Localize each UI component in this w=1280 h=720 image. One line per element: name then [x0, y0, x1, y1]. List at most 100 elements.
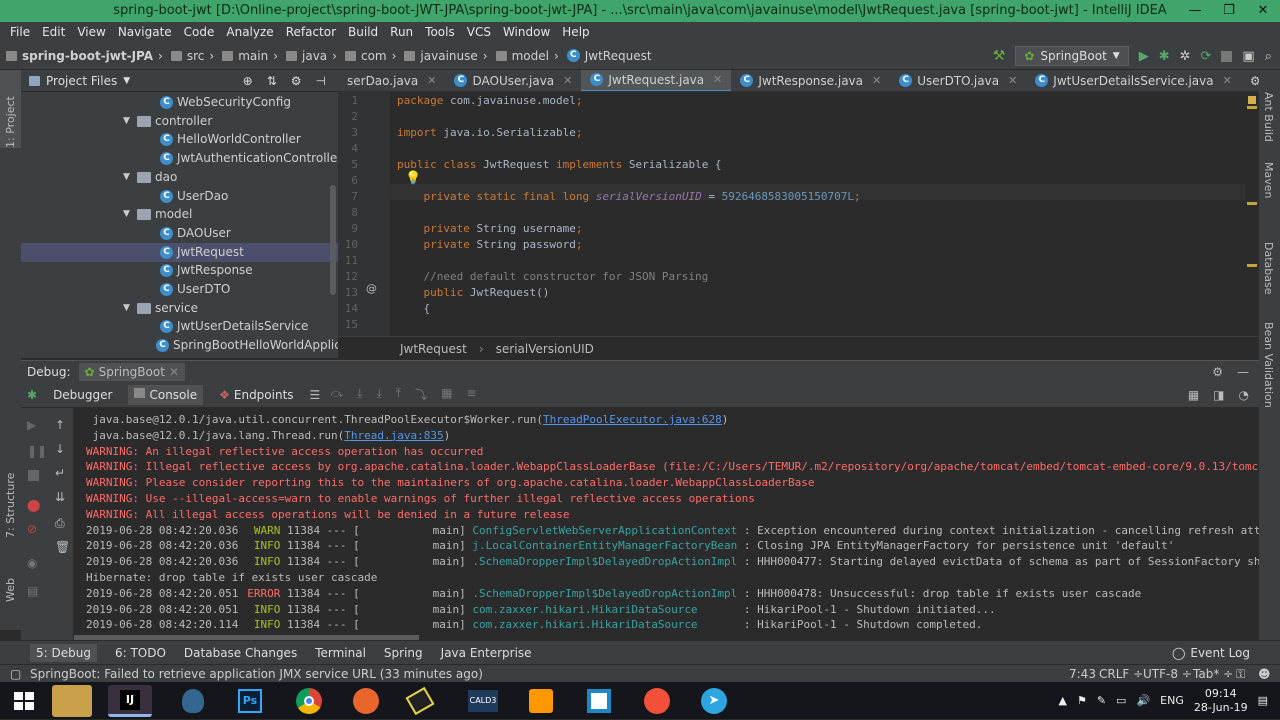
minimize-button[interactable]: —: [1178, 0, 1212, 22]
run-to-cursor-icon[interactable]: ⤵: [415, 386, 427, 403]
tree-class[interactable]: C JwtRequest: [21, 242, 338, 262]
debug-icon[interactable]: ✱: [1159, 49, 1170, 64]
breadcrumb-item[interactable]: spring-boot-jwt-JPA ›: [6, 49, 163, 63]
cald3-icon[interactable]: CALD3: [460, 685, 504, 717]
file-encoding[interactable]: UTF-8 ÷: [1143, 665, 1192, 683]
maven-tool-tab[interactable]: Maven: [1262, 162, 1275, 198]
breadcrumb-item[interactable]: C JwtRequest: [566, 49, 652, 63]
tree-class[interactable]: C JwtAuthenticationController: [160, 149, 342, 168]
scroll-to-end-icon[interactable]: ⇊: [55, 490, 65, 504]
menu-analyze[interactable]: Analyze: [220, 25, 279, 39]
editor-tab[interactable]: C JwtResponse.java ✕: [731, 70, 890, 91]
profile-icon[interactable]: ⟳: [1201, 49, 1212, 64]
tab-todo[interactable]: 6: TODO: [115, 646, 166, 660]
force-step-into-icon[interactable]: ⤓: [376, 386, 381, 403]
gear-icon[interactable]: ⚙: [1212, 365, 1223, 379]
chevron-down-icon[interactable]: ▼: [123, 205, 133, 224]
soft-wrap-icon[interactable]: ↵: [55, 466, 65, 480]
close-icon[interactable]: ✕: [1008, 74, 1017, 87]
breadcrumb-item[interactable]: com ›: [344, 49, 396, 63]
print-icon[interactable]: ⎙: [55, 516, 65, 531]
indent-setting[interactable]: Tab* ÷: [1193, 665, 1233, 683]
inspector-icon[interactable]: ☻: [1258, 665, 1271, 683]
menu-icon[interactable]: ☰: [310, 388, 321, 402]
tree-folder[interactable]: ▼ model: [123, 205, 192, 224]
web-tool-tab[interactable]: Web: [4, 578, 17, 602]
tab-database-changes[interactable]: Database Changes: [184, 646, 297, 660]
menu-window[interactable]: Window: [497, 25, 556, 39]
flag-icon[interactable]: ⚑: [1077, 694, 1087, 707]
arrow-down-icon[interactable]: ↓: [55, 442, 65, 456]
status-message[interactable]: SpringBoot: Failed to retrieve applicati…: [30, 665, 483, 683]
file-explorer-icon[interactable]: [52, 685, 92, 717]
debug-rerun-icon[interactable]: ✱: [27, 388, 37, 402]
close-button[interactable]: ✕: [1246, 0, 1280, 22]
chevron-down-icon[interactable]: ▼: [123, 299, 133, 318]
editor-tab[interactable]: ⚙application.properties✕: [1241, 70, 1259, 91]
postgresql-icon[interactable]: [170, 685, 214, 717]
lock-icon[interactable]: ⚿: [1236, 665, 1245, 683]
sublime-icon[interactable]: [518, 685, 562, 717]
tab-debugger[interactable]: Debugger: [47, 385, 118, 405]
tree-folder[interactable]: ▼ dao: [123, 168, 177, 187]
structure-tool-tab[interactable]: 7: Structure: [4, 473, 17, 538]
tree-class[interactable]: C HelloWorldController: [160, 130, 301, 149]
gauge-icon[interactable]: ◔: [1239, 388, 1249, 402]
editor-tab[interactable]: C DAOUser.java ✕: [445, 70, 581, 91]
menu-vcs[interactable]: VCS: [461, 25, 497, 39]
tree-scrollbar[interactable]: [330, 185, 336, 295]
chrome-icon[interactable]: [286, 685, 330, 717]
code-editor[interactable]: 1 2 3 4 5 6 7 8 9 10 11 12 13 14 15 💡 @ package com.ja…: [338, 92, 1259, 336]
menu-help[interactable]: Help: [556, 25, 595, 39]
hammer-icon[interactable]: ⚒: [993, 48, 1006, 64]
step-out-icon[interactable]: ⤒: [396, 386, 401, 403]
menu-edit[interactable]: Edit: [36, 25, 71, 39]
pause-icon[interactable]: ❚❚: [27, 444, 47, 458]
tree-folder[interactable]: ▼ controller: [123, 112, 212, 131]
pen-icon[interactable]: ✎: [1097, 694, 1106, 707]
keyboard-language[interactable]: ENG: [1160, 694, 1184, 707]
tab-console[interactable]: Console: [128, 384, 204, 405]
chevron-down-icon[interactable]: ▼: [123, 168, 133, 187]
bean-validation-tool-tab[interactable]: Bean Validation: [1262, 322, 1275, 408]
project-view-select[interactable]: Project Files: [46, 74, 117, 88]
target-icon[interactable]: ⊕: [243, 74, 253, 88]
close-icon[interactable]: ✕: [872, 74, 881, 87]
menu-file[interactable]: File: [4, 25, 36, 39]
project-structure-icon[interactable]: ▣: [1242, 49, 1254, 64]
stack-link[interactable]: ThreadPoolExecutor.java:628: [543, 413, 722, 426]
restore-layout-icon[interactable]: ▦: [1188, 388, 1199, 402]
editor-tab[interactable]: serDao.java ✕: [338, 70, 445, 91]
breadcrumb-item[interactable]: javainuse ›: [404, 49, 488, 63]
editor-tab[interactable]: C JwtRequest.java ✕: [581, 70, 732, 91]
tab-java-enterprise[interactable]: Java Enterprise: [441, 646, 532, 660]
run-icon[interactable]: ▶: [1139, 49, 1149, 64]
network-icon[interactable]: ▭: [1116, 694, 1126, 707]
clock[interactable]: 09:14 28-Jun-19: [1194, 687, 1248, 715]
close-icon[interactable]: ✕: [1223, 74, 1232, 87]
menu-view[interactable]: View: [71, 25, 111, 39]
mute-breakpoints-icon[interactable]: ⊘: [27, 522, 37, 536]
swift-icon[interactable]: [634, 685, 678, 717]
windows-start-icon[interactable]: [2, 685, 46, 717]
tray-expand-icon[interactable]: ▲: [1058, 694, 1066, 707]
tree-class[interactable]: C JwtUserDetailsService: [160, 317, 308, 336]
stack-link[interactable]: Thread.java:835: [344, 429, 443, 442]
resume-icon[interactable]: ▶: [27, 418, 36, 432]
layout-icon[interactable]: ◨: [1213, 388, 1224, 402]
tab-spring[interactable]: Spring: [384, 646, 423, 660]
breadcrumb-item[interactable]: src ›: [170, 49, 214, 63]
gear-icon[interactable]: ⚙: [291, 74, 302, 88]
status-layout-icon[interactable]: ▢: [10, 665, 21, 683]
chip-app-icon[interactable]: [398, 685, 442, 717]
line-separator[interactable]: CRLF ÷: [1099, 665, 1143, 683]
menu-run[interactable]: Run: [384, 25, 419, 39]
run-config-select[interactable]: ✿ SpringBoot ▼: [1015, 46, 1129, 66]
tab-debug[interactable]: 5: Debug: [30, 643, 97, 662]
tree-class[interactable]: C WebSecurityConfig: [160, 93, 291, 112]
tree-folder[interactable]: ▼ service: [123, 299, 198, 318]
breadcrumb-item[interactable]: java ›: [286, 49, 337, 63]
console-output[interactable]: java.base@12.0.1/java.util.concurrent.Th…: [74, 408, 1259, 640]
streams-icon[interactable]: ≡: [466, 386, 476, 403]
menu-navigate[interactable]: Navigate: [112, 25, 178, 39]
